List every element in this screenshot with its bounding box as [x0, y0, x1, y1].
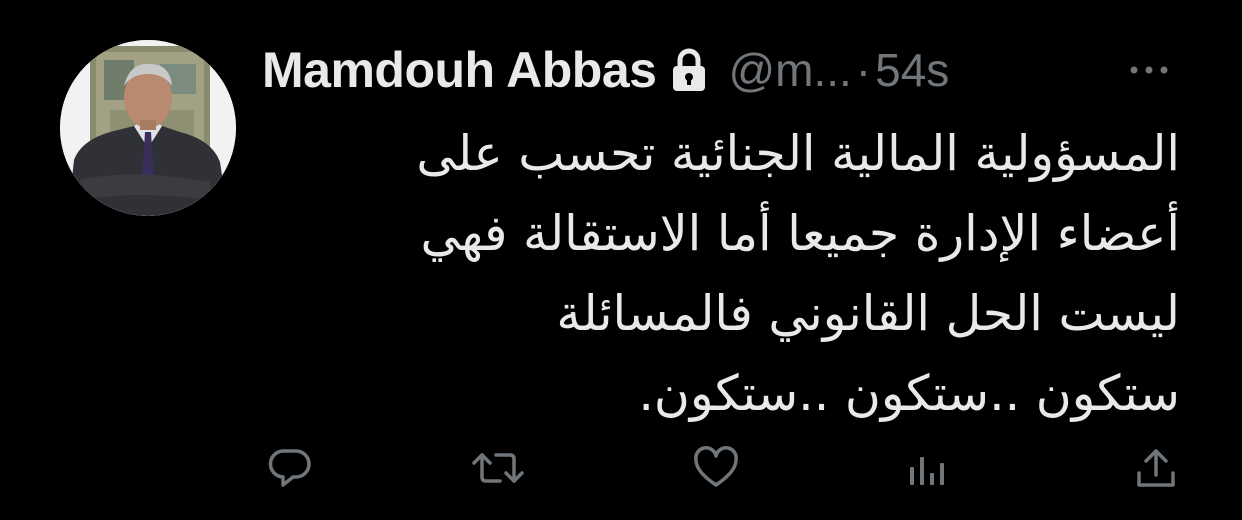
- tweet[interactable]: Mamdouh Abbas @m... · 54s المسؤولية الما…: [0, 0, 1242, 520]
- tweet-text-line: ستكون ..ستكون ..ستكون.: [638, 365, 1180, 422]
- like-button[interactable]: [688, 440, 744, 496]
- lock-icon: [670, 47, 708, 93]
- reply-icon: [268, 449, 311, 487]
- tweet-text-line: ليست الحل القانوني فالمسائلة: [556, 285, 1180, 342]
- share-button[interactable]: [1128, 440, 1184, 496]
- tweet-text: المسؤولية المالية الجنائية تحسب على أعضا…: [300, 114, 1180, 434]
- reply-button[interactable]: [262, 440, 318, 496]
- handle[interactable]: @m...: [728, 43, 851, 97]
- action-bar: [0, 440, 1242, 496]
- separator-dot: ·: [855, 44, 872, 96]
- tweet-text-line: أعضاء الإدارة جميعا أما الاستقالة فهي: [420, 205, 1180, 262]
- avatar-photo: [60, 40, 236, 216]
- timestamp[interactable]: 54s: [875, 43, 949, 97]
- views-icon: [910, 457, 944, 485]
- tweet-header: Mamdouh Abbas @m... · 54s: [262, 40, 1182, 100]
- avatar[interactable]: [60, 40, 236, 216]
- views-button[interactable]: [898, 440, 954, 496]
- share-icon: [1137, 449, 1175, 487]
- tweet-text-line: المسؤولية المالية الجنائية تحسب على: [416, 125, 1180, 182]
- more-icon[interactable]: [1124, 58, 1174, 82]
- display-name[interactable]: Mamdouh Abbas: [262, 41, 657, 99]
- retweet-button[interactable]: [470, 440, 526, 496]
- retweet-icon: [472, 453, 524, 483]
- like-icon: [694, 446, 738, 487]
